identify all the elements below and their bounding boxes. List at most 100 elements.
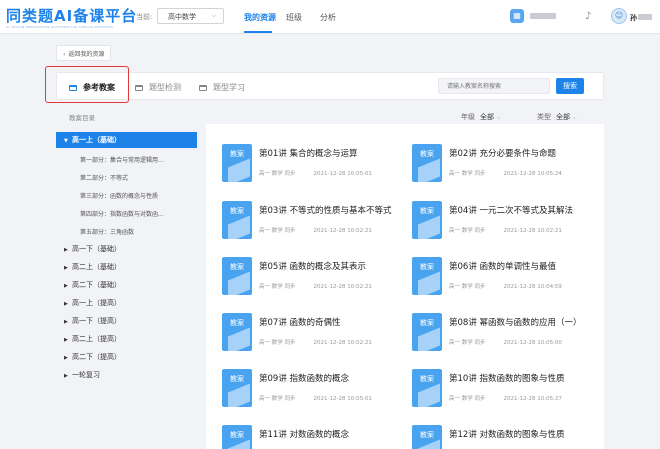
lesson-title[interactable]: 第12讲 对数函数的图象与性质 [449, 428, 565, 440]
lesson-title[interactable]: 第08讲 幂函数与函数的应用（一） [449, 316, 582, 328]
lesson-title[interactable]: 第05讲 函数的概念及其表示 [259, 260, 366, 272]
thumb-label: 教案 [420, 207, 434, 215]
grade-select[interactable]: 高中数学 ⌵ [157, 8, 224, 24]
lesson-thumbnail: 教案 [222, 313, 252, 351]
caret-right-icon: ▶ [64, 283, 68, 289]
tree-group[interactable]: ▶ 一轮复习 [56, 367, 197, 383]
blurred-user-name [638, 14, 652, 20]
caret-right-icon: ▶ [64, 355, 68, 361]
lesson-date: 2021-12-28 10:05:27 [503, 396, 562, 402]
tab-question-learn[interactable]: 题型学习 [199, 82, 245, 93]
logo[interactable]: 同类题AI备课平台 [6, 5, 137, 26]
lesson-card[interactable]: 教案 第05讲 函数的概念及其表示 高一 数学 同步 2021-12-28 10:… [222, 257, 392, 297]
type-filter[interactable]: 类型 全部 ⌵ [537, 112, 577, 122]
lesson-meta-tags: 高一 数学 同步 [259, 284, 296, 290]
nav-analysis[interactable]: 分析 [320, 12, 336, 23]
grade-filter[interactable]: 年级 全部 ⌵ [461, 112, 501, 122]
thumb-label: 教案 [420, 431, 434, 439]
lesson-title[interactable]: 第02讲 充分必要条件与命题 [449, 147, 556, 159]
thumb-label: 教案 [230, 150, 244, 158]
user-name[interactable]: 孙 [630, 13, 637, 23]
lesson-meta: 高一 数学 同步 2021-12-28 10:02:21 [259, 282, 372, 290]
lesson-meta: 高一 数学 同步 2021-12-28 10:04:59 [449, 282, 562, 290]
thumb-label: 教案 [420, 150, 434, 158]
tree-group-label: 高二下（提高） [72, 353, 121, 361]
back-button[interactable]: ‹ 返回我的资源 [56, 45, 112, 61]
thumb-decoration [228, 215, 250, 239]
lesson-card[interactable]: 教案 第08讲 幂函数与函数的应用（一） 高一 数学 同步 2021-12-28 … [412, 313, 582, 353]
lesson-card[interactable]: 教案 第01讲 集合的概念与运算 高一 数学 同步 2021-12-28 10:0… [222, 144, 392, 184]
tree-child[interactable]: 第一部分：集合与常用逻辑用... [80, 155, 164, 164]
tab-label: 题型检测 [149, 83, 181, 92]
thumb-label: 教案 [420, 263, 434, 271]
tree-group[interactable]: ▶ 高二上（基础） [56, 259, 197, 275]
lesson-title[interactable]: 第11讲 对数函数的概念 [259, 428, 349, 440]
thumb-decoration [418, 158, 440, 182]
tree-group[interactable]: ▶ 高二下（提高） [56, 349, 197, 365]
lesson-card[interactable]: 教案 第03讲 不等式的性质与基本不等式 高一 数学 同步 2021-12-28 … [222, 201, 392, 241]
lesson-meta-tags: 高一 数学 同步 [259, 228, 296, 234]
lesson-meta: 高一 数学 同步 2021-12-28 10:02:21 [449, 226, 562, 234]
lesson-card[interactable]: 教案 第07讲 函数的奇偶性 高一 数学 同步 2021-12-28 10:02:… [222, 313, 392, 353]
tree-group[interactable]: ▶ 高二上（提高） [56, 331, 197, 347]
search-button[interactable]: 搜索 [556, 78, 584, 94]
book-icon [135, 84, 143, 91]
thumb-decoration [418, 215, 440, 239]
thumb-label: 教案 [230, 207, 244, 215]
caret-right-icon: ▶ [64, 373, 68, 379]
lesson-title[interactable]: 第10讲 指数函数的图象与性质 [449, 372, 565, 384]
lesson-meta: 高一 数学 同步 2021-12-28 10:05:01 [259, 169, 372, 177]
tree-group[interactable]: ▶ 高一上（提高） [56, 295, 197, 311]
lesson-meta-tags: 高一 数学 同步 [449, 228, 486, 234]
thumb-decoration [418, 327, 440, 351]
lesson-date: 2021-12-28 10:05:01 [313, 171, 372, 177]
tab-question-test[interactable]: 题型检测 [135, 82, 181, 93]
tree-child[interactable]: 第三部分：函数的概念与性质 [80, 191, 158, 200]
lesson-title[interactable]: 第09讲 指数函数的概念 [259, 372, 349, 384]
tree-child[interactable]: 第四部分：指数函数与对数函... [80, 209, 164, 218]
tree-group-label: 高一上（基础） [72, 136, 121, 144]
thumb-decoration [228, 271, 250, 295]
tree-group[interactable]: ▶ 高一下（提高） [56, 313, 197, 329]
lesson-card[interactable]: 教案 第10讲 指数函数的图象与性质 高一 数学 同步 2021-12-28 10… [412, 369, 582, 409]
lesson-card[interactable]: 教案 第04讲 一元二次不等式及其解法 高一 数学 同步 2021-12-28 1… [412, 201, 582, 241]
tree-group-label: 高一上（提高） [72, 299, 121, 307]
lesson-meta-tags: 高一 数学 同步 [449, 340, 486, 346]
nav-my-resources[interactable]: 我的资源 [244, 12, 276, 23]
tree-child[interactable]: 第五部分：三角函数 [80, 227, 134, 236]
lesson-thumbnail: 教案 [222, 144, 252, 182]
lesson-title[interactable]: 第07讲 函数的奇偶性 [259, 316, 341, 328]
lesson-title[interactable]: 第06讲 函数的单调性与最值 [449, 260, 556, 272]
lesson-title[interactable]: 第01讲 集合的概念与运算 [259, 147, 358, 159]
lesson-thumbnail: 教案 [412, 369, 442, 407]
thumb-label: 教案 [420, 375, 434, 383]
lesson-date: 2021-12-28 10:02:21 [313, 284, 372, 290]
search-input[interactable] [438, 78, 550, 94]
school-icon[interactable]: ▦ [510, 9, 524, 23]
bell-icon[interactable]: ♪ [585, 11, 591, 22]
nav-active-underline [244, 31, 272, 33]
nav-class[interactable]: 班级 [286, 12, 302, 23]
lesson-meta: 高一 数学 同步 2021-12-28 10:02:21 [259, 226, 372, 234]
tree-child[interactable]: 第二部分：不等式 [80, 173, 128, 182]
lesson-meta: 高一 数学 同步 2021-12-28 10:05:27 [449, 394, 562, 402]
tree-group-label: 高一下（提高） [72, 317, 121, 325]
lesson-card[interactable]: 教案 第11讲 对数函数的概念 [222, 425, 392, 449]
tree-group-label: 高二下（基础） [72, 281, 121, 289]
avatar[interactable]: ☺ [611, 8, 627, 24]
tree-group[interactable]: ▶ 高二下（基础） [56, 277, 197, 293]
thumb-label: 教案 [230, 375, 244, 383]
top-header: 同类题AI备课平台 AI LESSON PREPARATION PLATFORM… [0, 0, 660, 34]
lesson-meta-tags: 高一 数学 同步 [259, 396, 296, 402]
tree-group[interactable]: ▼ 高一上（基础） [56, 132, 197, 148]
thumb-decoration [228, 158, 250, 182]
lesson-card[interactable]: 教案 第09讲 指数函数的概念 高一 数学 同步 2021-12-28 10:05… [222, 369, 392, 409]
lesson-title[interactable]: 第03讲 不等式的性质与基本不等式 [259, 204, 392, 216]
lesson-card[interactable]: 教案 第06讲 函数的单调性与最值 高一 数学 同步 2021-12-28 10:… [412, 257, 582, 297]
lesson-title[interactable]: 第04讲 一元二次不等式及其解法 [449, 204, 573, 216]
lesson-card[interactable]: 教案 第12讲 对数函数的图象与性质 [412, 425, 582, 449]
thumb-label: 教案 [420, 319, 434, 327]
lesson-card[interactable]: 教案 第02讲 充分必要条件与命题 高一 数学 同步 2021-12-28 10:… [412, 144, 582, 184]
caret-right-icon: ▶ [64, 247, 68, 253]
tree-group[interactable]: ▶ 高一下（基础） [56, 241, 197, 257]
